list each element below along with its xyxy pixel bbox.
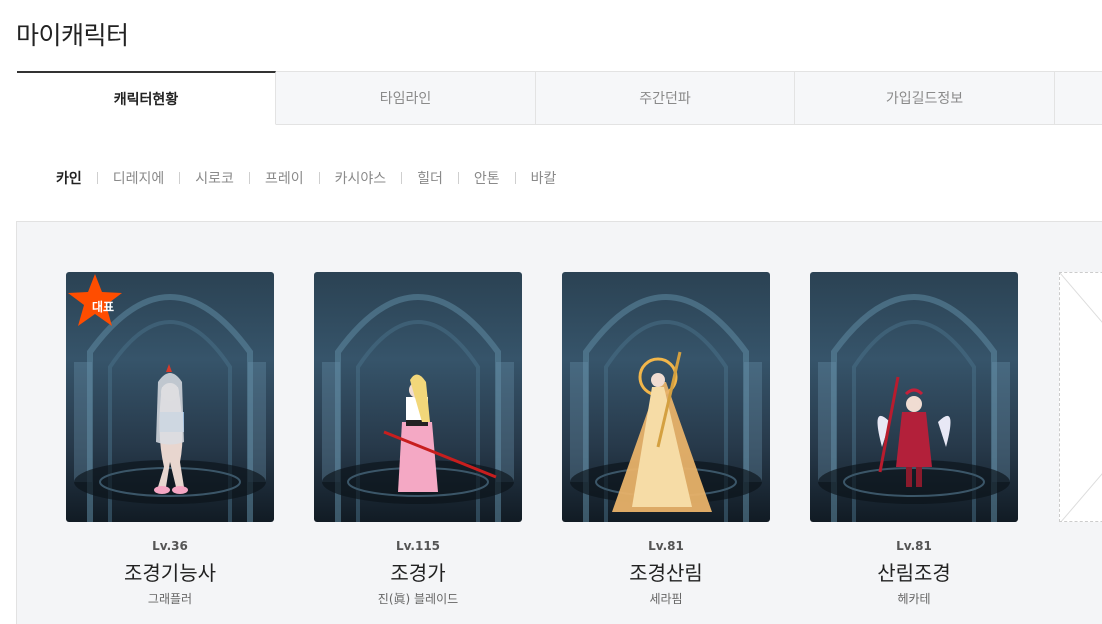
- character-card[interactable]: Lv.81 산림조경 헤카테: [810, 272, 1018, 607]
- character-level: Lv.115: [395, 539, 441, 553]
- character-sprite: [383, 374, 497, 492]
- page-title: 마이캐릭터: [16, 21, 129, 50]
- server-hilder[interactable]: 힐더: [417, 168, 443, 188]
- tab-guild-info[interactable]: 가입길드정보: [795, 71, 1055, 125]
- server-bakal[interactable]: 바칼: [531, 168, 557, 188]
- empty-slot-pattern: [1060, 273, 1102, 521]
- empty-character-slot[interactable]: [1059, 272, 1102, 522]
- server-prey[interactable]: 프레이: [265, 168, 304, 188]
- character-name[interactable]: 조경기능사: [66, 557, 274, 586]
- server-cain[interactable]: 카인: [56, 168, 82, 188]
- character-panel: 대표 Lv.36 조경기능사 그래플러 Lv.115 조경가 진(眞) 블레이드…: [16, 221, 1102, 624]
- divider: [318, 172, 320, 184]
- tab-bar: 캐릭터현황 타임라인 주간던파 가입길드정보: [17, 71, 1102, 125]
- character-name[interactable]: 조경가: [314, 557, 522, 586]
- character-job: 진(眞) 블레이드: [377, 592, 459, 606]
- server-siroco[interactable]: 시로코: [195, 168, 234, 188]
- character-name[interactable]: 산림조경: [810, 557, 1018, 586]
- character-job: 그래플러: [147, 592, 193, 606]
- divider: [248, 172, 250, 184]
- divider: [514, 172, 516, 184]
- character-level: Lv.36: [152, 539, 188, 553]
- character-card[interactable]: Lv.81 조경산림 세라핌: [562, 272, 770, 607]
- representative-badge-label: 대표: [91, 300, 115, 314]
- character-portrait[interactable]: 대표: [66, 272, 274, 522]
- tab-weekly[interactable]: 주간던파: [536, 71, 795, 125]
- server-casillas[interactable]: 카시야스: [335, 168, 387, 188]
- tab-character-status[interactable]: 캐릭터현황: [17, 71, 276, 125]
- divider: [96, 172, 98, 184]
- tab-more[interactable]: [1055, 71, 1102, 125]
- character-name[interactable]: 조경산림: [562, 557, 770, 586]
- character-job: 세라핌: [649, 592, 683, 606]
- character-sprite: [877, 376, 951, 487]
- server-filter: 카인 디레지에 시로코 프레이 카시야스 힐더 안톤 바칼: [56, 168, 556, 188]
- character-level: Lv.81: [648, 539, 684, 553]
- character-level: Lv.81: [896, 539, 932, 553]
- character-portrait[interactable]: [562, 272, 770, 522]
- divider: [179, 172, 181, 184]
- character-card[interactable]: Lv.115 조경가 진(眞) 블레이드: [314, 272, 522, 607]
- character-card[interactable]: 대표 Lv.36 조경기능사 그래플러: [66, 272, 274, 607]
- character-portrait[interactable]: [314, 272, 522, 522]
- character-sprite: [612, 351, 712, 512]
- character-portrait[interactable]: [810, 272, 1018, 522]
- divider: [401, 172, 403, 184]
- server-diregie[interactable]: 디레지에: [113, 168, 165, 188]
- divider: [457, 172, 459, 184]
- tab-timeline[interactable]: 타임라인: [276, 71, 536, 125]
- character-job: 헤카테: [897, 592, 931, 606]
- server-anton[interactable]: 안톤: [474, 168, 500, 188]
